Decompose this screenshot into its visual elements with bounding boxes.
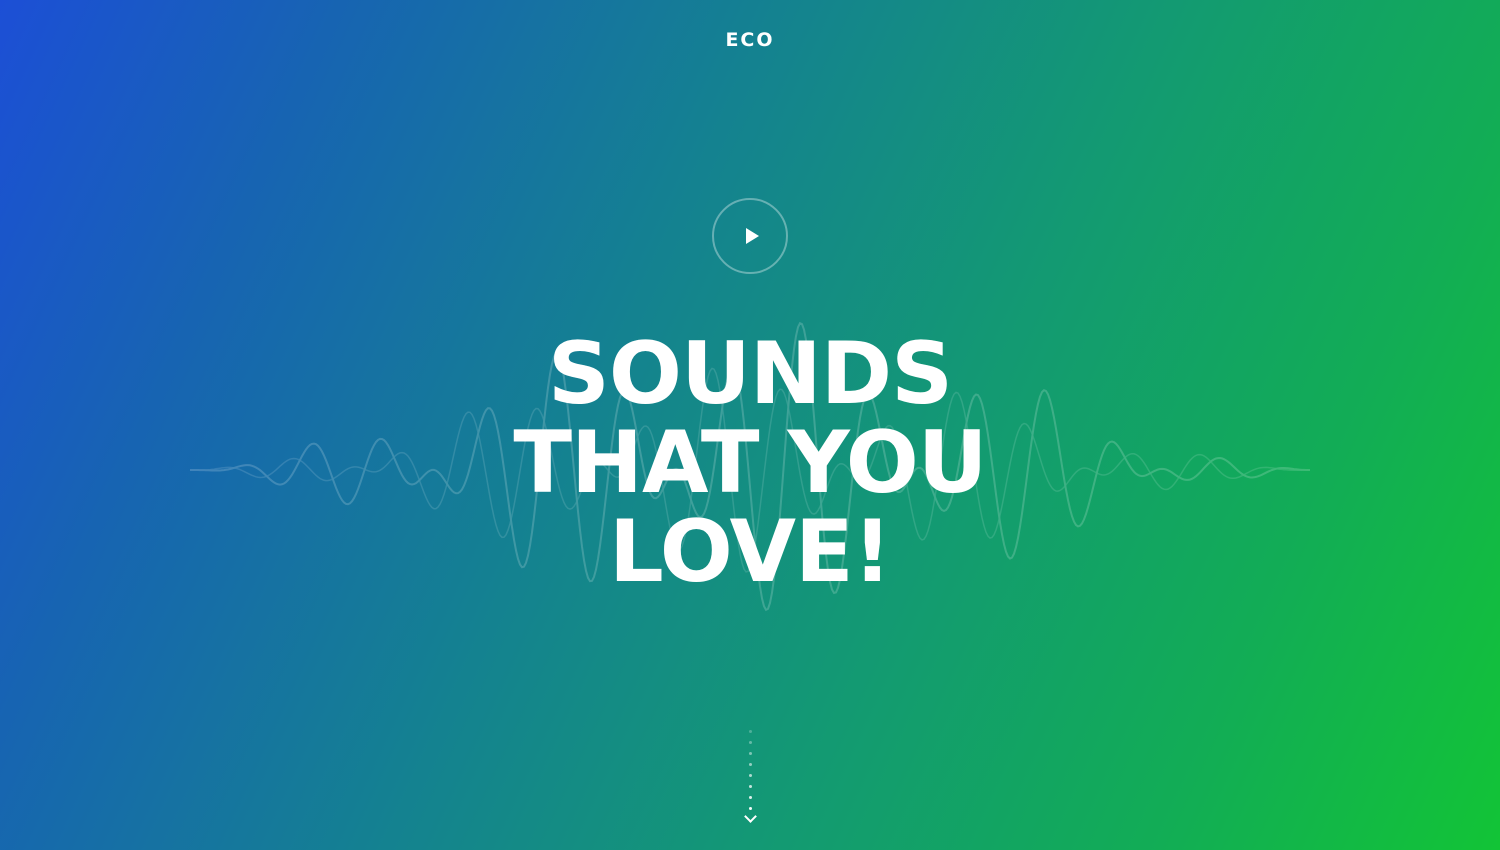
scroll-down-indicator[interactable] xyxy=(740,726,760,826)
scroll-dot xyxy=(749,796,752,799)
hero-headline: SOUNDS THAT YOU LOVE! xyxy=(0,330,1500,597)
headline-line-1: SOUNDS xyxy=(547,324,953,424)
play-button[interactable] xyxy=(712,198,788,274)
scroll-dot xyxy=(749,785,752,788)
headline-line-3: LOVE! xyxy=(608,502,892,602)
chevron-down-icon xyxy=(744,810,757,823)
scroll-dots xyxy=(749,726,752,812)
scroll-dot xyxy=(749,752,752,755)
scroll-dot xyxy=(749,774,752,777)
scroll-dot xyxy=(749,730,752,733)
hero-page: ECO SOUNDS THAT YOU LOVE! xyxy=(0,0,1500,850)
headline-line-2: THAT YOU xyxy=(513,413,987,513)
logo[interactable]: ECO xyxy=(0,29,1500,51)
scroll-dot xyxy=(749,741,752,744)
scroll-dot xyxy=(749,763,752,766)
play-icon xyxy=(745,228,759,244)
